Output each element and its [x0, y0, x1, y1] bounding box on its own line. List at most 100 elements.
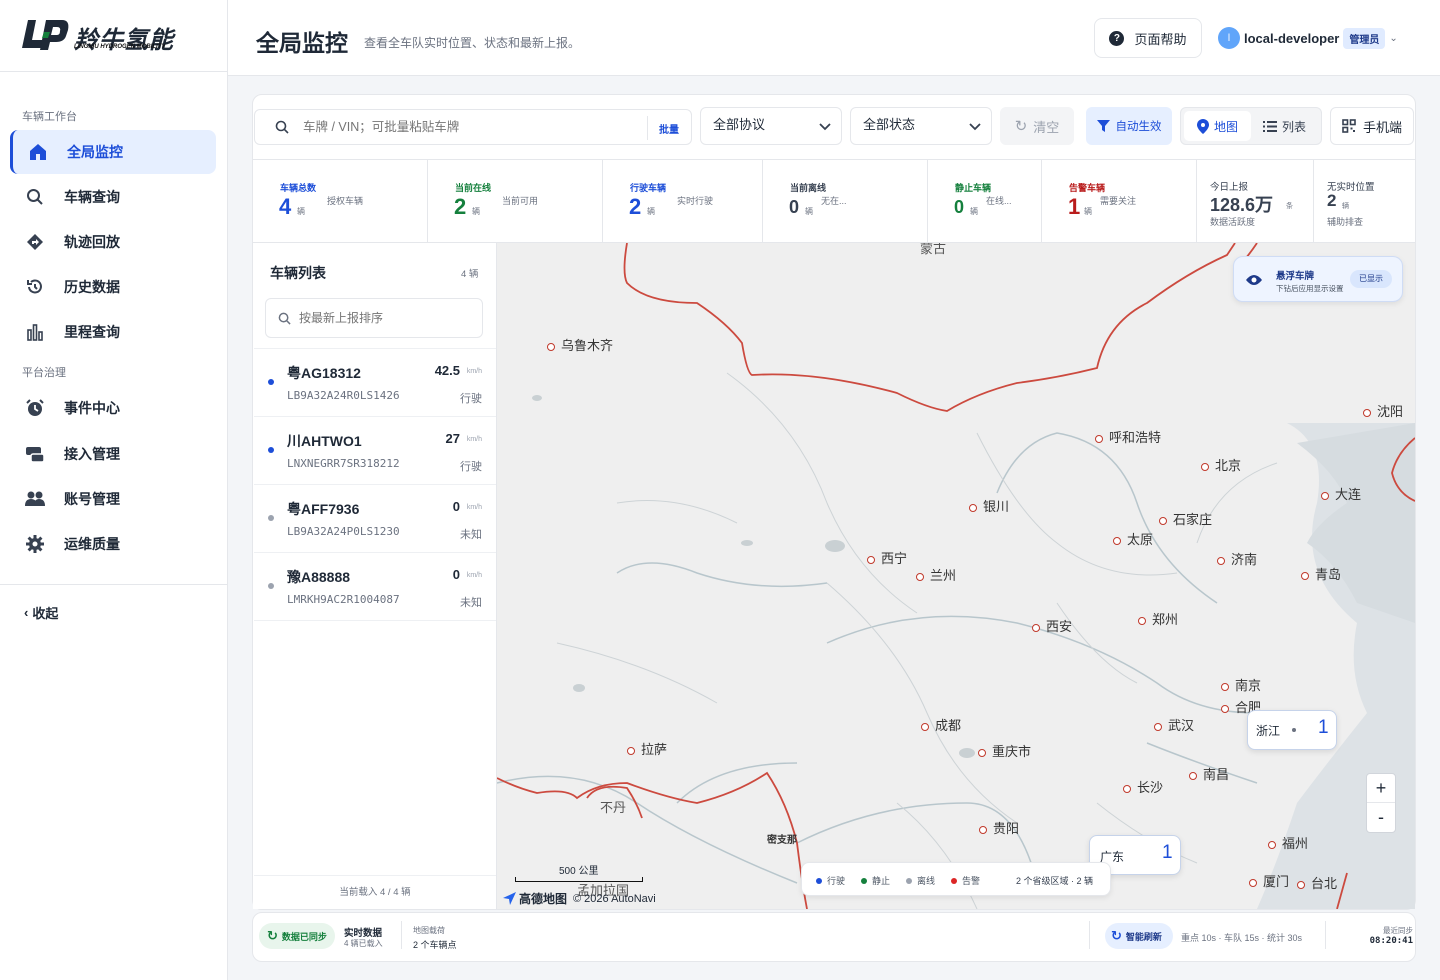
zoom-in-button[interactable]: + — [1367, 774, 1395, 803]
search-icon — [275, 120, 289, 134]
city-label: 台北 — [1297, 873, 1337, 892]
city-marker-icon — [867, 555, 875, 564]
zoom-out-button[interactable]: - — [1367, 803, 1395, 832]
last-sync-time: 08:20:41 — [1369, 936, 1413, 946]
divider — [0, 584, 227, 585]
vehicle-row[interactable]: 川AHTWO1 LNXNEGRR7SR318212 27 km/h 行驶 — [254, 417, 496, 485]
clear-button[interactable]: ↻ 清空 — [1000, 107, 1074, 145]
sidebar: 羚牛氢能 LINGNIU HYDROGEN MOBILITY 车辆工作台 全局监… — [0, 0, 228, 980]
mobile-button[interactable]: 手机端 — [1330, 107, 1414, 145]
access-icon — [24, 444, 46, 464]
vehicle-vin: LNXNEGRR7SR318212 — [287, 457, 400, 470]
nav-item-label: 全局监控 — [67, 144, 123, 160]
city-marker-icon — [1217, 556, 1225, 565]
city-label: 呼和浩特 — [1095, 427, 1161, 446]
legend-dot — [816, 877, 822, 884]
collapse-button[interactable]: ‹ 收起 — [24, 603, 58, 622]
city-name: 成都 — [935, 718, 962, 733]
stat-sub: 数据活跃度 — [1210, 217, 1256, 227]
map-view-button[interactable]: 地图 — [1184, 111, 1251, 141]
nav-item-track-playback[interactable]: 轨迹回放 — [10, 220, 216, 264]
clear-label: 清空 — [1033, 119, 1060, 135]
divider — [401, 921, 402, 949]
realtime-label: 实时数据 — [344, 928, 383, 939]
stat-unit: 辆 — [472, 207, 480, 216]
stat-label: 当前离线 — [790, 183, 827, 193]
list-view-button[interactable]: 列表 — [1251, 111, 1318, 141]
stat-card: 今日上报 128.6万条数据活跃度 — [1197, 160, 1314, 242]
city-label: 不丹 — [600, 797, 626, 816]
nav-item-event-center[interactable]: 事件中心 — [10, 386, 216, 430]
sync-status-badge: ↻ 数据已同步 — [259, 923, 335, 949]
vehicle-speed: 27 — [445, 431, 460, 446]
nav-item-vehicle-query[interactable]: 车辆查询 — [10, 175, 216, 219]
city-name: 济南 — [1231, 552, 1258, 567]
nav-item-global-monitor[interactable]: 全局监控 — [10, 130, 216, 174]
cluster-zhejiang[interactable]: 浙江 1 — [1247, 710, 1337, 750]
smart-refresh-toggle[interactable]: ↻ 智能刷新 — [1105, 923, 1173, 949]
city-name: 厦门 — [1263, 874, 1290, 889]
stat-value: 2 — [454, 194, 467, 219]
city-label: 成都 — [921, 715, 961, 734]
city-label: 银川 — [969, 496, 1009, 515]
stat-value: 2 — [1327, 191, 1337, 210]
city-name: 呼和浩特 — [1109, 430, 1162, 445]
user-menu[interactable]: l local-developer 管理员 ⌄ — [1218, 26, 1398, 50]
vehicle-row[interactable]: 粤AG18312 LB9A32A24R0LS1426 42.5 km/h 行驶 — [254, 349, 496, 417]
stat-unit: 辆 — [297, 207, 305, 216]
refresh-icon: ↻ — [1014, 118, 1028, 135]
map-load-label: 地图载荷 — [413, 926, 445, 935]
nav-item-ops-quality[interactable]: 运维质量 — [10, 522, 216, 566]
brand-logo[interactable]: 羚牛氢能 LINGNIU HYDROGEN MOBILITY — [0, 0, 227, 72]
nav-item-history-data[interactable]: 历史数据 — [10, 265, 216, 309]
floating-plate-panel[interactable]: 悬浮车牌 下钻后应用显示设置 已显示 — [1233, 256, 1403, 302]
qr-code-icon — [1342, 119, 1356, 133]
search-input[interactable] — [303, 120, 633, 134]
home-icon — [27, 142, 49, 162]
stat-value: 1 — [1068, 194, 1081, 219]
nav-item-mileage-query[interactable]: 里程查询 — [10, 310, 216, 354]
divider — [1325, 921, 1326, 949]
search-box[interactable]: 批量 — [254, 109, 692, 145]
speed-unit: km/h — [466, 436, 482, 443]
auto-apply-toggle[interactable]: 自动生效 — [1086, 107, 1172, 145]
route-icon — [24, 233, 46, 251]
city-name: 长沙 — [1137, 780, 1164, 795]
city-marker-icon — [1301, 571, 1309, 580]
help-button[interactable]: ? 页面帮助 — [1094, 18, 1202, 58]
refresh-icon: ↻ — [267, 928, 278, 943]
batch-button[interactable]: 批量 — [659, 121, 679, 136]
cluster-dot — [1292, 728, 1296, 732]
map-load-value: 2 个车辆点 — [413, 940, 457, 950]
vehicle-row[interactable]: 粤AFF7936 LB9A32A24P0LS1230 0 km/h 未知 — [254, 485, 496, 553]
role-badge: 管理员 — [1343, 27, 1386, 49]
gear-icon — [24, 534, 46, 554]
vehicle-speed: 0 — [452, 499, 460, 514]
city-marker-icon — [1123, 784, 1131, 793]
status-select-value: 全部状态 — [863, 117, 916, 132]
map-canvas[interactable]: 乌鲁木齐 呼和浩特 北京 沈阳 大连 银川 石家庄 太原 济南 青岛 西宁 兰州 郑州 西安 南京 合肥 成都武… — [497, 243, 1415, 909]
sort-input[interactable] — [265, 298, 483, 338]
city-label: 南京 — [1221, 675, 1261, 694]
map-copyright: © 2026 AutoNavi — [573, 892, 656, 905]
nav-item-account-management[interactable]: 账号管理 — [10, 477, 216, 521]
legend-label: 告警 — [962, 876, 981, 886]
nav-item-access-management[interactable]: 接入管理 — [10, 432, 216, 476]
legend-dot — [906, 877, 913, 884]
stat-card: 当前在线 2 辆 当前可用 — [428, 160, 603, 242]
city-marker-icon — [1268, 840, 1276, 849]
city-label: 蒙古 — [920, 243, 946, 257]
refresh-icon: ↻ — [1111, 928, 1122, 943]
status-select[interactable]: 全部状态 — [850, 107, 992, 145]
sort-input-field[interactable] — [299, 311, 469, 325]
city-label: 长沙 — [1123, 777, 1163, 796]
city-label: 西宁 — [867, 548, 907, 567]
protocol-select[interactable]: 全部协议 — [700, 107, 842, 145]
city-name: 西安 — [1046, 619, 1073, 634]
stat-label: 车辆总数 — [280, 183, 317, 193]
stat-unit: 辆 — [1342, 203, 1349, 210]
vehicle-row[interactable]: 豫A88888 LMRKH9AC2R1004087 0 km/h 未知 — [254, 553, 496, 621]
stat-sub: 需要关注 — [1100, 196, 1137, 206]
help-icon: ? — [1109, 30, 1125, 46]
floating-plate-badge[interactable]: 已显示 — [1350, 270, 1392, 288]
